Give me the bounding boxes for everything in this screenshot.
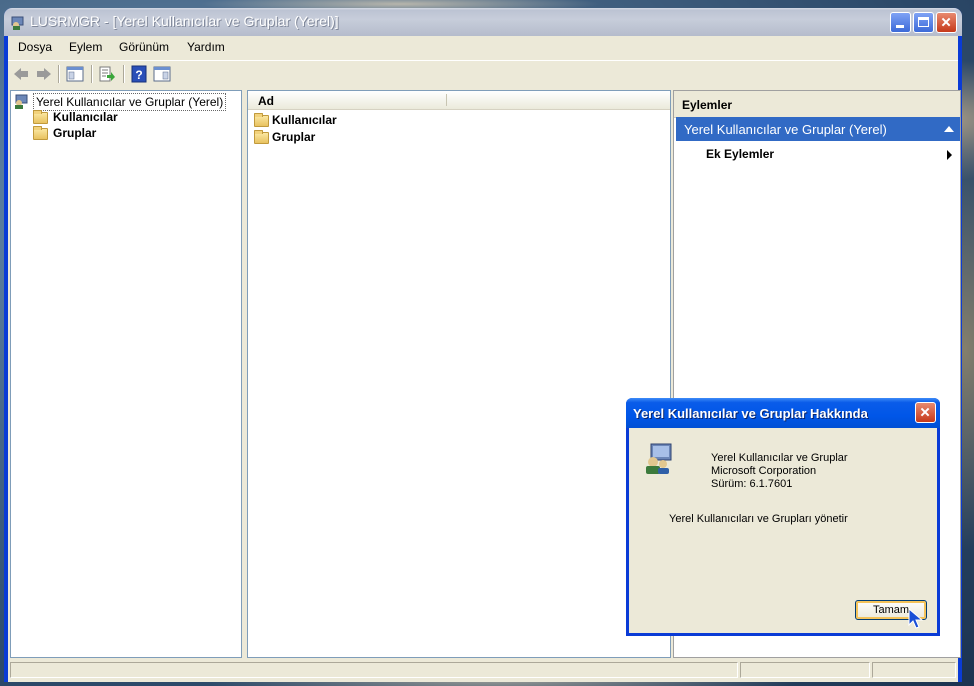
close-icon — [920, 407, 930, 417]
dialog-titlebar[interactable]: Yerel Kullanıcılar ve Gruplar Hakkında — [626, 398, 940, 428]
toolbar-separator — [91, 65, 93, 83]
actions-section-header[interactable]: Yerel Kullanıcılar ve Gruplar (Yerel) — [676, 117, 960, 141]
status-cell — [872, 662, 956, 678]
dialog-close-button[interactable] — [915, 402, 936, 423]
toolbar-separator — [123, 65, 125, 83]
window-title: LUSRMGR - [Yerel Kullanıcılar ve Gruplar… — [30, 13, 339, 29]
actions-header: Eylemler — [674, 91, 960, 118]
menu-yardim[interactable]: Yardım — [187, 40, 225, 54]
folder-icon — [33, 110, 48, 124]
users-groups-icon — [646, 443, 672, 474]
list-pane: Ad Kullanıcılar Gruplar — [247, 90, 671, 658]
column-header-ad[interactable]: Ad — [258, 94, 274, 108]
list-item-label: Kullanıcılar — [272, 113, 337, 127]
dialog-version: Sürüm: 6.1.7601 — [711, 478, 793, 490]
toolbar: ? — [8, 60, 958, 87]
menu-eylem[interactable]: Eylem — [69, 40, 102, 54]
dialog-product-name: Yerel Kullanıcılar ve Gruplar — [711, 452, 848, 464]
list-column-header: Ad — [248, 91, 670, 110]
tree-item-label: Kullanıcılar — [53, 110, 118, 124]
close-button[interactable] — [936, 12, 957, 33]
dialog-description: Yerel Kullanıcıları ve Grupları yönetir — [669, 513, 848, 525]
back-icon[interactable] — [12, 65, 30, 83]
help-icon[interactable]: ? — [130, 65, 148, 83]
folder-icon — [254, 130, 269, 144]
list-item-label: Gruplar — [272, 130, 316, 144]
minimize-button[interactable] — [890, 12, 911, 33]
column-divider[interactable] — [446, 94, 447, 106]
export-list-icon[interactable] — [98, 65, 116, 83]
dialog-body: Yerel Kullanıcılar ve Gruplar Microsoft … — [629, 428, 937, 633]
maximize-button[interactable] — [913, 12, 934, 33]
collapse-arrow-icon[interactable] — [944, 126, 954, 132]
window-titlebar[interactable]: LUSRMGR - [Yerel Kullanıcılar ve Gruplar… — [4, 8, 962, 36]
users-groups-icon — [15, 94, 28, 109]
menu-dosya[interactable]: Dosya — [18, 40, 52, 54]
menu-gorunum[interactable]: Görünüm — [119, 40, 169, 54]
tree-pane: Yerel Kullanıcılar ve Gruplar (Yerel) Ku… — [10, 90, 242, 658]
minimize-icon — [896, 25, 904, 28]
maximize-icon — [918, 17, 929, 27]
users-groups-app-icon — [11, 16, 24, 30]
forward-icon[interactable] — [35, 65, 53, 83]
folder-icon — [254, 113, 269, 127]
menubar: Dosya Eylem Görünüm Yardım — [8, 36, 958, 56]
submenu-arrow-icon — [947, 150, 952, 160]
dialog-company: Microsoft Corporation — [711, 465, 817, 477]
svg-text:?: ? — [135, 68, 142, 82]
close-icon — [941, 17, 951, 27]
status-cell — [10, 662, 738, 678]
action-ek-eylemler[interactable]: Ek Eylemler — [706, 147, 774, 161]
statusbar — [8, 660, 958, 680]
dialog-title: Yerel Kullanıcılar ve Gruplar Hakkında — [633, 406, 868, 421]
tree-item-label: Gruplar — [53, 126, 97, 140]
show-hide-tree-icon[interactable] — [66, 65, 84, 83]
folder-icon — [33, 126, 48, 140]
toolbar-separator — [58, 65, 60, 83]
status-cell — [740, 662, 870, 678]
actions-header-label: Eylemler — [682, 98, 733, 112]
mouse-cursor-icon — [908, 608, 924, 629]
properties-view-icon[interactable] — [153, 65, 171, 83]
actions-section-label: Yerel Kullanıcılar ve Gruplar (Yerel) — [684, 122, 887, 137]
about-dialog: Yerel Kullanıcılar ve Gruplar Hakkında Y… — [626, 398, 940, 636]
